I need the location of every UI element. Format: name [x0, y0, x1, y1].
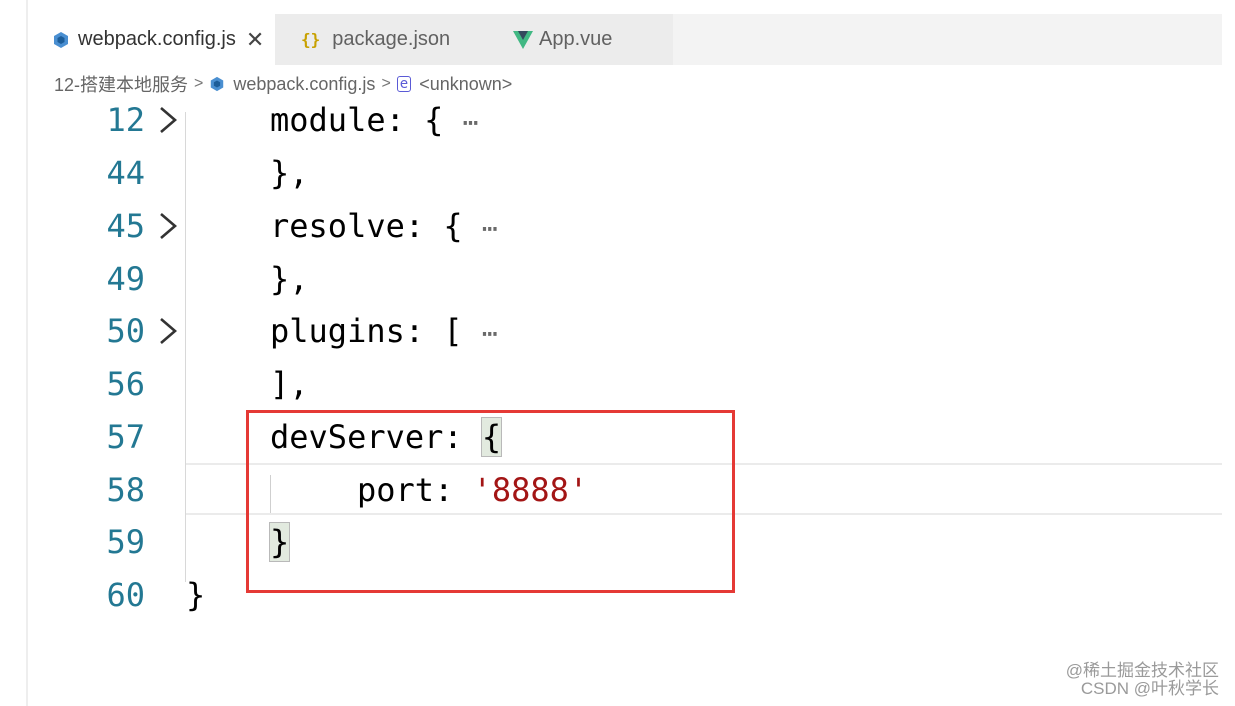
code-text: },	[270, 154, 309, 192]
folded-ellipsis[interactable]: ⋯	[482, 214, 498, 244]
code-line: 49 },	[0, 253, 1235, 306]
tab-package-json[interactable]: {} package.json	[275, 14, 477, 65]
chevron-right-icon[interactable]	[155, 105, 181, 135]
watermark-line: @稀土掘金技术社区	[1065, 661, 1219, 680]
code-line: 44 },	[0, 147, 1235, 200]
chevron-right-icon: >	[194, 75, 204, 92]
json-braces-icon: {}	[301, 30, 321, 49]
folded-ellipsis[interactable]: ⋯	[463, 108, 479, 138]
line-number: 60	[106, 576, 145, 614]
code-line: 45 resolve: { ⋯	[0, 200, 1235, 253]
close-icon[interactable]: ✕	[246, 27, 264, 53]
breadcrumb-symbol[interactable]: <unknown>	[419, 74, 512, 95]
code-token: resolve: {	[270, 207, 463, 245]
code-text: plugins: [ ⋯	[270, 305, 498, 361]
code-token: module: {	[270, 101, 444, 139]
code-line: 56 ],	[0, 358, 1235, 411]
line-number: 49	[106, 260, 145, 298]
line-number: 59	[106, 523, 145, 561]
line-number: 45	[106, 207, 145, 245]
chevron-right-icon[interactable]	[155, 211, 181, 241]
line-number: 44	[106, 154, 145, 192]
code-line: 12 module: { ⋯	[0, 94, 1235, 147]
symbol-variable-icon: e	[396, 76, 412, 92]
line-number: 58	[106, 471, 145, 509]
code-editor[interactable]: 12 module: { ⋯ 44 }, 45 resolve: { ⋯ 49 …	[0, 100, 1235, 706]
chevron-right-icon: >	[381, 75, 391, 92]
webpack-cube-icon	[52, 31, 70, 49]
tab-label: App.vue	[539, 28, 613, 50]
breadcrumb-file[interactable]: webpack.config.js	[233, 74, 375, 95]
code-text: resolve: { ⋯	[270, 200, 498, 256]
vue-logo-icon	[513, 30, 533, 49]
webpack-cube-icon	[209, 76, 225, 92]
tab-webpack-config[interactable]: webpack.config.js ✕	[38, 14, 275, 65]
code-text: ],	[270, 365, 309, 403]
tab-bar: webpack.config.js ✕ {} package.json App.…	[38, 14, 1222, 65]
tab-label: package.json	[332, 28, 451, 50]
code-text: module: { ⋯	[270, 94, 478, 150]
watermark-line: CSDN @叶秋学长	[1080, 679, 1219, 698]
code-text: },	[270, 260, 309, 298]
highlight-box	[246, 410, 735, 593]
watermark: @稀土掘金技术社区 CSDN @叶秋学长	[1066, 662, 1219, 698]
code-text: }	[186, 576, 206, 614]
code-token: plugins: [	[270, 312, 463, 350]
folded-ellipsis[interactable]: ⋯	[482, 319, 498, 349]
line-number: 56	[106, 365, 145, 403]
line-number: 12	[106, 101, 145, 139]
chevron-right-icon[interactable]	[155, 316, 181, 346]
line-number: 50	[106, 312, 145, 350]
tab-app-vue[interactable]: App.vue	[477, 14, 673, 65]
tab-label: webpack.config.js	[78, 28, 236, 50]
line-number: 57	[106, 418, 145, 456]
code-line: 50 plugins: [ ⋯	[0, 305, 1235, 358]
